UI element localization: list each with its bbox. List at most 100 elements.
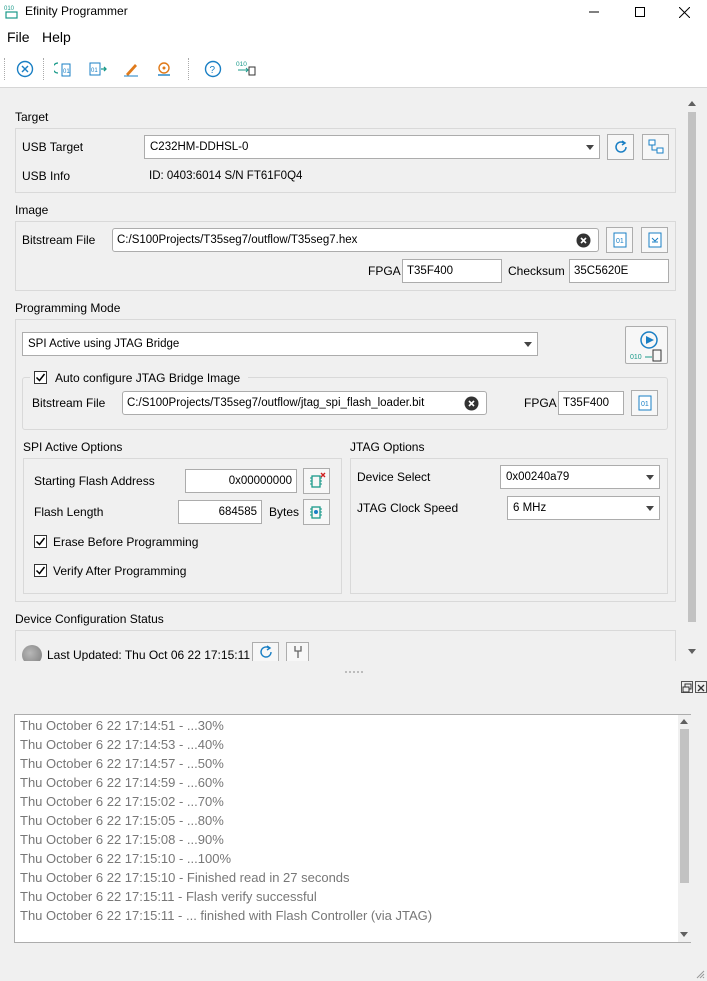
start-addr-input[interactable]: 0x00000000 [185, 469, 297, 493]
browse-bridge-button[interactable]: 01 [631, 390, 658, 416]
convert-bitstream-button[interactable] [641, 227, 668, 253]
bridge-bitstream-value: C:/S100Projects/T35seg7/outflow/jtag_spi… [127, 397, 425, 409]
chevron-down-icon [586, 144, 594, 150]
toolbar-separator [43, 58, 44, 80]
float-panel-button[interactable] [681, 681, 693, 693]
bin-text: 010 [236, 61, 247, 68]
debug-icon[interactable] [154, 59, 174, 79]
bridge-fpga-label: FPGA [524, 396, 557, 410]
svg-text:?: ? [210, 65, 216, 76]
usb-settings-button[interactable] [642, 134, 669, 160]
start-program-button[interactable]: 010 [625, 326, 668, 364]
usb-target-label: USB Target [22, 140, 84, 154]
svg-text:01: 01 [641, 401, 649, 408]
main-scrollbar[interactable] [686, 98, 698, 661]
main-scroll-thumb[interactable] [688, 112, 696, 622]
auto-config-checkbox[interactable] [34, 371, 47, 384]
bridge-bitstream-input[interactable]: C:/S100Projects/T35seg7/outflow/jtag_spi… [122, 391, 487, 415]
menu-help[interactable]: Help [42, 29, 71, 45]
convert-icon [648, 232, 661, 248]
refresh-target-button[interactable] [607, 134, 634, 160]
erase-chip-button[interactable] [303, 468, 330, 494]
title-bar: 010 Efinity Programmer [0, 0, 707, 24]
clear-bitstream-icon[interactable] [576, 233, 591, 251]
device-select-label: Device Select [357, 470, 431, 484]
flash-length-input[interactable]: 684585 [178, 500, 262, 524]
bin-file-icon: 01 [613, 232, 626, 248]
log-line: Thu October 6 22 17:14:51 - ...30% [20, 718, 224, 733]
close-window-button[interactable] [661, 0, 707, 24]
log-lines: Thu October 6 22 17:14:51 - ...30% Thu Oc… [20, 716, 432, 925]
svg-text:010: 010 [4, 6, 15, 12]
read-chip-button[interactable] [303, 499, 330, 525]
bin-file-icon: 01 [638, 395, 651, 411]
verify-label: Verify After Programming [53, 564, 187, 578]
menu-file[interactable]: File [7, 29, 30, 45]
device-select[interactable]: 0x00240a79 [500, 465, 660, 489]
chevron-down-icon [646, 474, 654, 480]
minimize-button[interactable] [571, 0, 617, 24]
fpga-input[interactable]: T35F400 [402, 259, 502, 283]
device-select-value: 0x00240a79 [506, 471, 570, 483]
browse-bitstream-button[interactable]: 01 [606, 227, 633, 253]
checksum-value: 35C5620E [574, 265, 629, 277]
checkmark-icon [35, 566, 46, 575]
programming-mode-value: SPI Active using JTAG Bridge [28, 338, 180, 350]
bitstream-label: Bitstream File [22, 233, 96, 247]
auto-config-label: Auto configure JTAG Bridge Image [55, 371, 241, 385]
log-scrollbar[interactable] [678, 715, 691, 942]
window-title: Efinity Programmer [25, 4, 128, 18]
log-panel[interactable]: Thu October 6 22 17:14:51 - ...30% Thu Oc… [14, 714, 691, 943]
status-tool-button[interactable] [286, 642, 309, 661]
scroll-down-icon [680, 932, 688, 937]
bitstream-input[interactable]: C:/S100Projects/T35seg7/outflow/T35seg7.… [112, 228, 599, 252]
cancel-icon[interactable] [15, 59, 35, 79]
splitter[interactable] [0, 661, 707, 683]
edit-icon[interactable] [121, 59, 141, 79]
close-panel-button[interactable] [695, 681, 707, 693]
float-icon [682, 683, 692, 693]
resize-grip-icon[interactable] [695, 969, 705, 979]
bridge-fpga-input[interactable]: T35F400 [558, 391, 624, 415]
load-bin-icon[interactable]: 01 [88, 59, 108, 79]
flash-length-value: 684585 [218, 506, 257, 518]
usb-target-select[interactable]: C232HM-DDHSL-0 [144, 135, 600, 159]
menu-bar: File Help [0, 24, 707, 50]
checkmark-icon [35, 537, 46, 546]
fpga-value: T35F400 [407, 265, 454, 277]
log-line: Thu October 6 22 17:14:57 - ...50% [20, 756, 224, 771]
jtag-clock-select[interactable]: 6 MHz [507, 496, 660, 520]
refresh-icon [259, 645, 272, 658]
checksum-label: Checksum [508, 264, 565, 278]
bridge-fpga-value: T35F400 [563, 397, 610, 409]
checksum-input[interactable]: 35C5620E [569, 259, 669, 283]
last-updated-text: Last Updated: Thu Oct 06 22 17:15:11 [47, 648, 251, 662]
refresh-status-button[interactable] [252, 642, 279, 661]
jtag-options-title: JTAG Options [350, 440, 425, 454]
log-line: Thu October 6 22 17:14:53 - ...40% [20, 737, 224, 752]
target-section-title: Target [15, 110, 49, 124]
start-addr-value: 0x00000000 [228, 475, 292, 487]
svg-text:01: 01 [616, 238, 624, 245]
program-bin-icon[interactable]: 010 [236, 59, 256, 79]
log-line: Thu October 6 22 17:15:08 - ...90% [20, 832, 224, 847]
program-icon-text: 010 [630, 354, 642, 361]
refresh-file-icon[interactable]: 01 [53, 59, 73, 79]
jtag-clock-value: 6 MHz [513, 502, 547, 514]
log-scroll-thumb[interactable] [680, 729, 689, 883]
programming-mode-select[interactable]: SPI Active using JTAG Bridge [22, 332, 538, 356]
flash-length-unit: Bytes [269, 505, 300, 519]
erase-checkbox[interactable] [34, 535, 47, 548]
log-line: Thu October 6 22 17:14:59 - ...60% [20, 775, 224, 790]
bitstream-value: C:/S100Projects/T35seg7/outflow/T35seg7.… [117, 234, 358, 246]
maximize-button[interactable] [617, 0, 663, 24]
scroll-down-icon [688, 649, 696, 654]
clear-bridge-bitstream-icon[interactable] [464, 396, 479, 414]
verify-checkbox[interactable] [34, 564, 47, 577]
usb-info-label: USB Info [22, 169, 71, 183]
chip-read-icon [309, 506, 322, 519]
tree-icon [648, 139, 663, 154]
help-icon[interactable]: ? [203, 59, 223, 79]
scroll-up-icon [680, 719, 688, 724]
chevron-down-icon [646, 505, 654, 511]
